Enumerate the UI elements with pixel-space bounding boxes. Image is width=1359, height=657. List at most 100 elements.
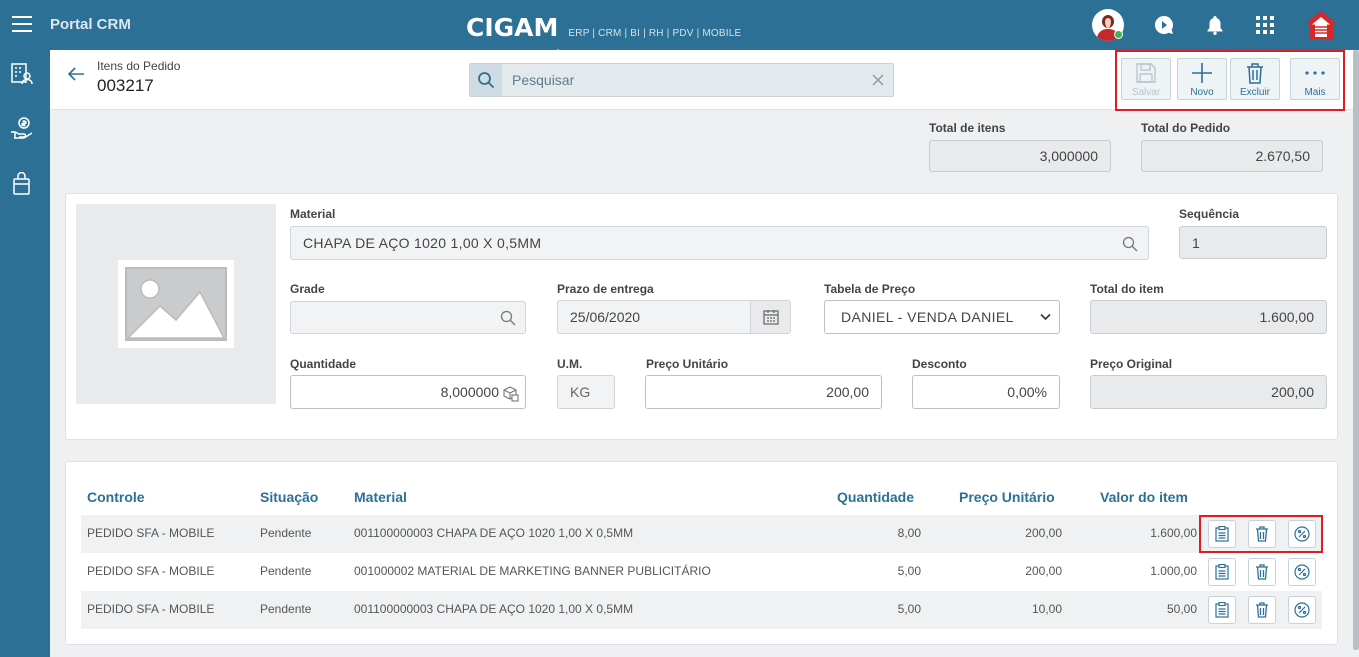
delete-row-button[interactable] [1248, 558, 1276, 586]
discount-label: Desconto [912, 357, 967, 371]
shopping-bag-icon[interactable] [10, 171, 34, 196]
delivery-value: 25/06/2020 [570, 309, 641, 325]
price-table-label: Tabela de Preço [824, 282, 916, 296]
finance-hand-icon[interactable] [10, 117, 34, 141]
page-header: Itens do Pedido 003217 Salvar Novo Exclu… [50, 50, 1356, 111]
image-icon [118, 260, 234, 348]
calendar-icon [762, 310, 779, 325]
cell-quantidade: 5,00 [897, 564, 921, 578]
online-status-icon [1114, 30, 1123, 39]
menu-icon[interactable] [12, 16, 32, 34]
contacts-icon[interactable] [10, 62, 34, 86]
close-icon[interactable] [871, 73, 885, 87]
trash-icon [1256, 602, 1268, 618]
cell-preco: 10,00 [1031, 602, 1062, 616]
back-arrow-icon[interactable] [66, 64, 86, 84]
save-icon [1136, 63, 1156, 83]
discount-row-button[interactable] [1288, 558, 1316, 586]
chat-icon[interactable] [1151, 0, 1177, 50]
cell-valor: 1.000,00 [1150, 564, 1197, 578]
user-avatar[interactable] [1091, 0, 1125, 50]
total-items-field: 3,000000 [929, 140, 1111, 172]
price-table-value: DANIEL - VENDA DANIEL [841, 309, 1014, 325]
delete-label: Excluir [1239, 87, 1270, 98]
edit-clipboard-button[interactable] [1208, 558, 1236, 586]
package-icon[interactable] [503, 386, 519, 402]
column-header-preco-unitario[interactable]: Preço Unitário [959, 489, 1055, 505]
cell-material: 001100000003 CHAPA DE AÇO 1020 1,00 X 0,… [354, 602, 634, 616]
more-dots-icon [1305, 71, 1325, 75]
save-button[interactable]: Salvar [1121, 58, 1171, 100]
logo-mark: CIGAM SOFTWARE DE GESTÃO [466, 15, 565, 56]
column-header-valor-item[interactable]: Valor do item [1100, 489, 1188, 505]
cell-quantidade: 5,00 [897, 602, 921, 616]
cell-situacao: Pendente [260, 564, 312, 578]
page-title: 003217 [97, 76, 154, 95]
top-bar: Portal CRM CIGAM SOFTWARE DE GESTÃO ERP … [0, 0, 1359, 56]
cell-controle: PEDIDO SFA - MOBILE [87, 564, 215, 578]
bell-icon[interactable] [1202, 0, 1228, 50]
quantity-field[interactable]: 8,000000 [290, 375, 526, 409]
cell-quantidade: 8,00 [897, 526, 921, 540]
cell-valor: 50,00 [1166, 602, 1197, 616]
delivery-label: Prazo de entrega [557, 282, 654, 296]
total-items-label: Total de itens [929, 121, 1006, 135]
scrollbar[interactable] [1353, 50, 1359, 650]
column-header-controle[interactable]: Controle [87, 489, 145, 505]
column-header-quantidade[interactable]: Quantidade [837, 489, 914, 505]
quantity-label: Quantidade [290, 357, 357, 371]
calendar-button[interactable] [750, 301, 790, 333]
grade-field[interactable] [290, 301, 526, 334]
new-button[interactable]: Novo [1177, 58, 1227, 100]
apps-grid-icon[interactable] [1252, 0, 1278, 50]
percent-icon [1294, 564, 1310, 580]
action-toolbar: Salvar Novo Excluir Mais [1115, 50, 1345, 111]
logo-products: ERP | CRM | BI | RH | PDV | MOBILE [568, 28, 742, 39]
search-icon[interactable] [470, 64, 502, 96]
clipboard-icon [1215, 602, 1229, 618]
table-row[interactable]: PEDIDO SFA - MOBILE Pendente 001000002 M… [81, 553, 1322, 591]
search-bar [469, 63, 894, 97]
table-row[interactable]: PEDIDO SFA - MOBILE Pendente 00110000000… [81, 515, 1322, 553]
discount-field[interactable]: 0,00% [912, 375, 1060, 409]
item-total-label: Total do item [1090, 282, 1164, 296]
unit-price-field[interactable]: 200,00 [645, 375, 882, 409]
material-label: Material [290, 207, 336, 221]
unit-label: U.M. [557, 357, 583, 371]
delivery-date-field[interactable]: 25/06/2020 [557, 300, 791, 334]
discount-row-button[interactable] [1288, 596, 1316, 624]
logo: CIGAM SOFTWARE DE GESTÃO ERP | CRM | BI … [466, 10, 742, 56]
trash-icon [1247, 63, 1263, 84]
home-icon[interactable] [1302, 0, 1340, 50]
material-field[interactable]: CHAPA DE AÇO 1020 1,00 X 0,5MM [290, 226, 1149, 260]
chevron-down-icon [1040, 313, 1051, 321]
item-total-field: 1.600,00 [1090, 300, 1327, 334]
edit-clipboard-button[interactable] [1208, 596, 1236, 624]
cell-situacao: Pendente [260, 602, 312, 616]
delete-row-button[interactable] [1248, 596, 1276, 624]
column-header-situacao[interactable]: Situação [260, 489, 318, 505]
scrollbar-thumb[interactable] [1353, 50, 1359, 650]
cell-preco: 200,00 [1025, 564, 1062, 578]
search-icon[interactable] [1122, 236, 1138, 252]
table-row[interactable]: PEDIDO SFA - MOBILE Pendente 00110000000… [81, 591, 1322, 629]
original-price-field: 200,00 [1090, 375, 1327, 409]
cell-material: 001100000003 CHAPA DE AÇO 1020 1,00 X 0,… [354, 526, 634, 540]
total-order-label: Total do Pedido [1141, 121, 1231, 135]
column-header-material[interactable]: Material [354, 489, 407, 505]
more-label: Mais [1304, 87, 1326, 98]
percent-icon [1294, 602, 1310, 618]
more-button[interactable]: Mais [1290, 58, 1340, 100]
trash-icon [1256, 564, 1268, 580]
clipboard-icon [1215, 564, 1229, 580]
app-title: Portal CRM [50, 16, 131, 33]
row-actions-highlight [1199, 515, 1323, 553]
unit-field: KG [557, 375, 615, 409]
search-input[interactable] [512, 70, 862, 90]
search-icon[interactable] [500, 310, 516, 326]
delete-button[interactable]: Excluir [1230, 58, 1280, 100]
unit-price-label: Preço Unitário [646, 357, 729, 371]
cell-valor: 1.600,00 [1150, 526, 1197, 540]
product-image-placeholder [76, 204, 276, 404]
price-table-select[interactable]: DANIEL - VENDA DANIEL [824, 300, 1060, 334]
